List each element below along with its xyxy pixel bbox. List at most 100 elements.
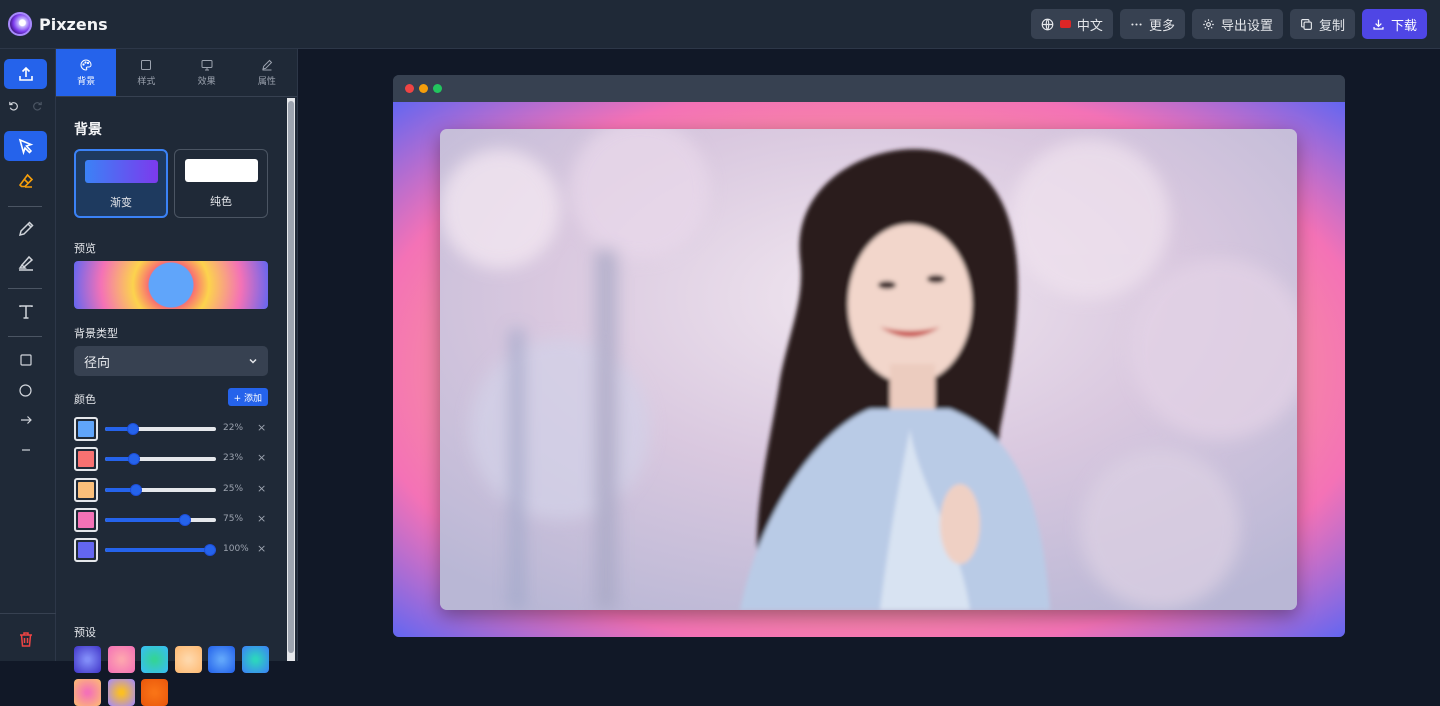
language-button[interactable]: 中文: [1030, 9, 1113, 39]
preset-peach-radial[interactable]: [174, 646, 202, 673]
background-type-select[interactable]: 径向: [74, 346, 268, 376]
remove-color-icon[interactable]: ×: [257, 482, 266, 495]
color-label: 颜色: [74, 393, 96, 406]
background-type-label: 背景类型: [74, 327, 118, 340]
color-position-value: 25%: [223, 483, 244, 494]
solid-option[interactable]: 纯色: [174, 149, 268, 218]
language-label: 中文: [1076, 18, 1103, 34]
color-stop-row: 25% ×: [74, 477, 268, 502]
toolbar-divider: [0, 613, 56, 614]
gradient-background: [393, 102, 1345, 637]
uploaded-photo[interactable]: [440, 129, 1297, 610]
top-bar: Pixzens 中文 更多 导出设置 复制 下载: [0, 0, 1440, 49]
left-toolbar: [0, 49, 56, 661]
tab-style[interactable]: 样式: [116, 49, 176, 96]
remove-color-icon[interactable]: ×: [257, 542, 266, 555]
remove-color-icon[interactable]: ×: [257, 451, 266, 464]
circle-tool[interactable]: [4, 375, 47, 405]
redo-button[interactable]: [28, 97, 46, 113]
minimize-dot: [419, 84, 428, 93]
eraser-icon: [18, 173, 33, 188]
preset-indigo-radial[interactable]: [74, 646, 101, 673]
color-stop-row: 22% ×: [74, 417, 268, 441]
tab-properties[interactable]: 属性: [237, 49, 297, 96]
color-position-slider[interactable]: [105, 453, 216, 466]
square-icon: [141, 59, 152, 70]
color-swatch-button[interactable]: [74, 507, 98, 532]
tab-effects[interactable]: 效果: [177, 49, 237, 96]
pen-tool[interactable]: [4, 214, 47, 244]
select-tool[interactable]: [4, 131, 47, 161]
logo[interactable]: Pixzens: [8, 12, 108, 36]
gradient-swatch: [84, 160, 158, 183]
more-button[interactable]: 更多: [1119, 9, 1185, 39]
logo-icon: [8, 12, 32, 36]
preset-blue-radial[interactable]: [208, 646, 235, 673]
color-position-value: 75%: [223, 513, 244, 524]
color-position-slider[interactable]: [105, 513, 216, 526]
export-settings-button[interactable]: 导出设置: [1191, 9, 1283, 39]
preset-rainbow-radial[interactable]: [107, 679, 135, 706]
slider-handle[interactable]: [127, 423, 139, 435]
gradient-option-label: 渐变: [110, 196, 132, 209]
eraser-tool[interactable]: [4, 166, 47, 196]
preset-pink-radial[interactable]: [107, 646, 135, 673]
portrait-image: [440, 129, 1297, 610]
slider-handle[interactable]: [204, 544, 216, 557]
flag-icon: [1059, 20, 1071, 28]
copy-icon: [1301, 18, 1312, 30]
remove-color-icon[interactable]: ×: [257, 421, 266, 434]
color-swatch: [78, 421, 94, 437]
slider-handle[interactable]: [179, 513, 191, 526]
presets-label: 预设: [74, 626, 96, 639]
browser-mockup[interactable]: [393, 75, 1345, 637]
preset-teal-radial[interactable]: [141, 646, 168, 673]
arrow-tool[interactable]: [4, 405, 47, 435]
color-swatch-button[interactable]: [74, 417, 98, 441]
pen-icon: [262, 59, 273, 70]
settings-panel: 背景 样式 效果 属性 背景 渐变 纯色 预览 背景类型 径向 颜色 + 添加 …: [56, 49, 298, 706]
remove-color-icon[interactable]: ×: [257, 512, 266, 525]
highlighter-tool[interactable]: [4, 248, 47, 278]
scrollbar-thumb[interactable]: [288, 101, 294, 653]
close-dot: [405, 84, 414, 93]
panel-scrollbar[interactable]: [287, 98, 295, 661]
tab-label: 背景: [77, 76, 96, 87]
color-position-value: 23%: [223, 453, 244, 464]
gradient-option[interactable]: 渐变: [74, 149, 168, 218]
undo-button[interactable]: [4, 97, 22, 113]
tab-background[interactable]: 背景: [56, 49, 117, 96]
color-swatch: [78, 511, 94, 528]
color-swatch-button[interactable]: [74, 538, 98, 563]
preset-orange-radial[interactable]: [141, 679, 168, 706]
toolbar-divider: [8, 288, 42, 289]
color-position-value: 22%: [223, 423, 244, 433]
arrow-right-icon: [20, 416, 32, 424]
panel-title: 背景: [74, 122, 102, 138]
download-button[interactable]: 下载: [1361, 9, 1427, 39]
rectangle-tool[interactable]: [4, 345, 47, 375]
color-position-slider[interactable]: [105, 423, 216, 435]
palette-icon: [80, 58, 92, 71]
slider-handle[interactable]: [130, 483, 142, 496]
delete-button[interactable]: [4, 624, 47, 654]
color-stop-row: 100% ×: [74, 538, 268, 563]
color-position-slider[interactable]: [105, 483, 216, 496]
color-swatch-button[interactable]: [74, 477, 98, 502]
text-icon: [18, 305, 33, 319]
color-position-slider[interactable]: [105, 544, 216, 557]
trash-icon: [19, 632, 32, 647]
globe-icon: [1041, 18, 1054, 30]
text-tool[interactable]: [4, 297, 47, 327]
color-swatch-button[interactable]: [74, 447, 98, 472]
top-actions: 中文 更多 导出设置 复制 下载: [1030, 9, 1427, 39]
panel-tabs: 背景 样式 效果 属性: [56, 49, 297, 97]
slider-handle[interactable]: [128, 453, 140, 466]
preset-pink-orange-radial[interactable]: [74, 679, 101, 706]
upload-button[interactable]: [4, 59, 47, 89]
add-color-button[interactable]: + 添加: [227, 388, 268, 406]
copy-button[interactable]: 复制: [1289, 9, 1355, 39]
preset-teal-blue-radial[interactable]: [241, 646, 269, 673]
line-tool[interactable]: [4, 435, 47, 465]
upload-icon: [18, 66, 33, 81]
